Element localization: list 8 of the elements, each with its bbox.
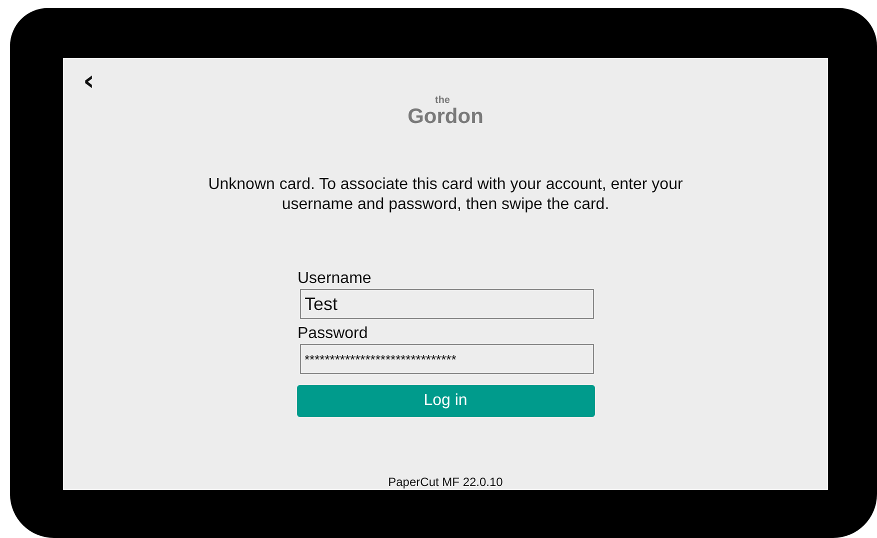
version-text: PaperCut MF 22.0.10 [388, 474, 503, 490]
logo: the Gordon [408, 96, 484, 127]
username-field[interactable]: Test [300, 289, 594, 319]
field-label: Username [298, 270, 372, 288]
password-field[interactable]: ****************************** [300, 344, 594, 374]
back-button[interactable]: ‹ [79, 64, 99, 98]
field-label: Password [298, 325, 369, 343]
instruction-text: Unknown card. To associate this card with your account, enter your username and password, then swipe the card. [207, 175, 684, 215]
